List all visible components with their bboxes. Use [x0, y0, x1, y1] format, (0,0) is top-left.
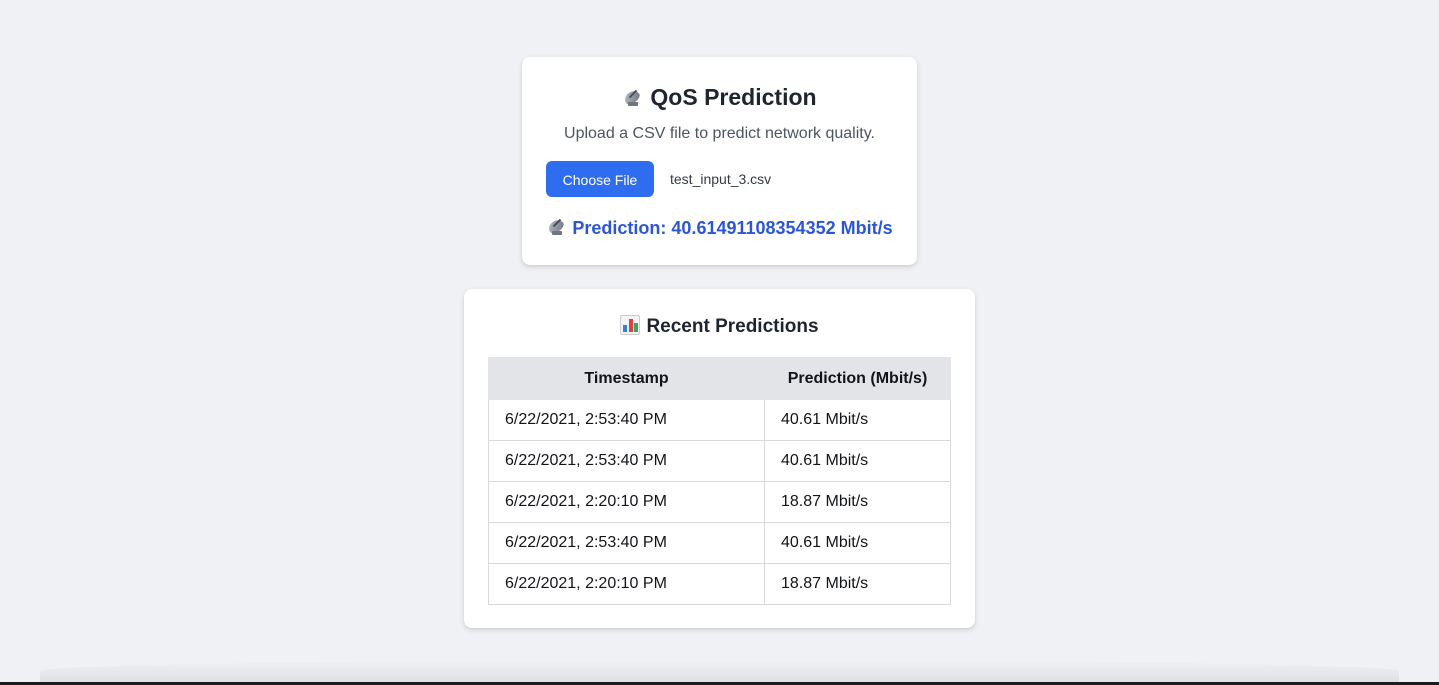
prediction-result-text: Prediction: 40.61491108354352 Mbit/s: [572, 218, 893, 238]
table-header-row: Timestamp Prediction (Mbit/s): [488, 357, 951, 400]
prediction-cell: 40.61 Mbit/s: [764, 522, 951, 564]
recent-predictions-card: Recent Predictions Timestamp Prediction …: [464, 289, 975, 628]
timestamp-cell: 6/22/2021, 2:20:10 PM: [488, 563, 765, 605]
prediction-cell: 18.87 Mbit/s: [764, 563, 951, 605]
timestamp-cell: 6/22/2021, 2:53:40 PM: [488, 440, 765, 482]
satellite-antenna-icon: [622, 86, 644, 108]
column-header-prediction: Prediction (Mbit/s): [764, 357, 951, 400]
bar-chart-icon: [620, 315, 641, 335]
window-bottom-shadow: [40, 660, 1399, 682]
predictions-table: Timestamp Prediction (Mbit/s) 6/22/2021,…: [488, 357, 951, 605]
recent-predictions-title: Recent Predictions: [464, 315, 975, 339]
table-row: 6/22/2021, 2:20:10 PM 18.87 Mbit/s: [488, 563, 951, 605]
prediction-cell: 40.61 Mbit/s: [764, 440, 951, 482]
table-row: 6/22/2021, 2:20:10 PM 18.87 Mbit/s: [488, 481, 951, 523]
upload-title-text: QoS Prediction: [650, 84, 817, 110]
file-input[interactable]: Choose File test_input_3.csv: [546, 161, 771, 197]
prediction-cell: 18.87 Mbit/s: [764, 481, 951, 523]
table-row: 6/22/2021, 2:53:40 PM 40.61 Mbit/s: [488, 522, 951, 564]
table-row: 6/22/2021, 2:53:40 PM 40.61 Mbit/s: [488, 440, 951, 482]
timestamp-cell: 6/22/2021, 2:53:40 PM: [488, 522, 765, 564]
timestamp-cell: 6/22/2021, 2:20:10 PM: [488, 481, 765, 523]
prediction-result: Prediction: 40.61491108354352 Mbit/s: [522, 215, 917, 239]
recent-predictions-title-text: Recent Predictions: [646, 316, 819, 337]
timestamp-cell: 6/22/2021, 2:53:40 PM: [488, 399, 765, 441]
table-row: 6/22/2021, 2:53:40 PM 40.61 Mbit/s: [488, 399, 951, 441]
column-header-timestamp: Timestamp: [488, 357, 765, 400]
upload-title: QoS Prediction: [522, 83, 917, 111]
prediction-cell: 40.61 Mbit/s: [764, 399, 951, 441]
selected-file-name: test_input_3.csv: [670, 171, 772, 187]
upload-card: QoS Prediction Upload a CSV file to pred…: [522, 57, 917, 265]
choose-file-button[interactable]: Choose File: [546, 161, 654, 197]
satellite-antenna-icon: [546, 215, 568, 237]
upload-subtitle: Upload a CSV file to predict network qua…: [564, 125, 875, 142]
